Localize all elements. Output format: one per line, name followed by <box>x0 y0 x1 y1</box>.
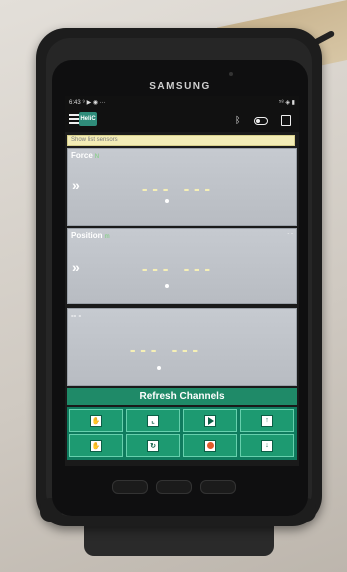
status-system-icons: ⁵⁸ ◈ ▮ <box>278 100 295 106</box>
home-key[interactable] <box>156 480 192 494</box>
panel-unit: N <box>94 154 100 160</box>
readout-indicator-dot <box>165 199 169 203</box>
play-icon <box>204 414 216 427</box>
status-notifications: ⁹ ▶ ◉ ··· <box>82 100 106 106</box>
recent-apps-key[interactable] <box>112 480 148 494</box>
settings-icon: ✋ <box>90 439 102 452</box>
action-button-upload[interactable]: ↑ <box>240 409 294 432</box>
app-logo: HeliC <box>79 112 97 126</box>
expand-chevron-icon[interactable]: » <box>72 177 80 193</box>
action-button-play[interactable] <box>183 409 237 432</box>
status-time: 6:43 ⁹ ▶ ◉ ··· <box>69 99 106 106</box>
action-button-refresh[interactable]: ↻ <box>126 434 180 457</box>
expand-chevron-icon[interactable]: » <box>72 259 80 275</box>
bluetooth-icon[interactable]: ᛒ <box>235 115 240 125</box>
channel-readout: --- --- <box>128 343 202 359</box>
sensor-search-field[interactable]: Show list sensors <box>67 135 295 146</box>
readout-indicator-dot <box>165 284 169 288</box>
channel-panel-position[interactable]: Position m - - » --- --- <box>67 228 297 304</box>
action-button-record[interactable] <box>183 434 237 457</box>
panel-title-text: Force <box>71 151 93 160</box>
upload-icon: ↑ <box>261 414 273 427</box>
toggle-icon[interactable] <box>254 117 268 125</box>
action-button-calibrate[interactable]: ✋ <box>69 409 123 432</box>
chart-icon: ⌞ <box>147 414 159 427</box>
record-icon <box>204 439 216 452</box>
panel-title: Position m <box>71 231 110 240</box>
channel-readout: --- --- <box>140 262 214 278</box>
back-key[interactable] <box>200 480 236 494</box>
hardware-nav-keys <box>90 480 260 494</box>
action-button-settings[interactable]: ✋ <box>69 434 123 457</box>
search-placeholder: Show list sensors <box>71 137 118 143</box>
readout-indicator-dot <box>157 366 161 370</box>
channel-panel-force[interactable]: Force N » --- --- <box>67 148 297 226</box>
panel-corner-value: - - <box>287 231 293 237</box>
action-button-chart[interactable]: ⌞ <box>126 409 180 432</box>
status-bar: 6:43 ⁹ ▶ ◉ ··· ⁵⁸ ◈ ▮ <box>65 96 299 108</box>
status-time-text: 6:43 <box>69 100 81 106</box>
refresh-icon: ↻ <box>147 439 159 452</box>
device-brand: SAMSUNG <box>149 81 211 92</box>
panel-title: Force N <box>71 151 99 160</box>
panel-unit: m <box>104 234 110 240</box>
app-toolbar: HeliC ᛒ <box>65 108 299 132</box>
front-camera <box>229 72 233 76</box>
tablet-screen: 6:43 ⁹ ▶ ◉ ··· ⁵⁸ ◈ ▮ HeliC ᛒ Show list … <box>65 96 299 466</box>
panel-title: -- - <box>71 311 82 320</box>
action-button-grid: ✋ ⌞ ↑ ✋ ↻ ↓ <box>67 407 297 460</box>
action-button-download[interactable]: ↓ <box>240 434 294 457</box>
panel-title-text: Position <box>71 231 103 240</box>
save-icon[interactable] <box>281 115 291 126</box>
channel-panel-empty[interactable]: -- - --- --- <box>67 308 297 386</box>
download-icon: ↓ <box>261 439 273 452</box>
channel-readout: --- --- <box>140 182 214 198</box>
calibrate-icon: ✋ <box>90 414 102 427</box>
refresh-channels-button[interactable]: Refresh Channels <box>67 388 297 405</box>
